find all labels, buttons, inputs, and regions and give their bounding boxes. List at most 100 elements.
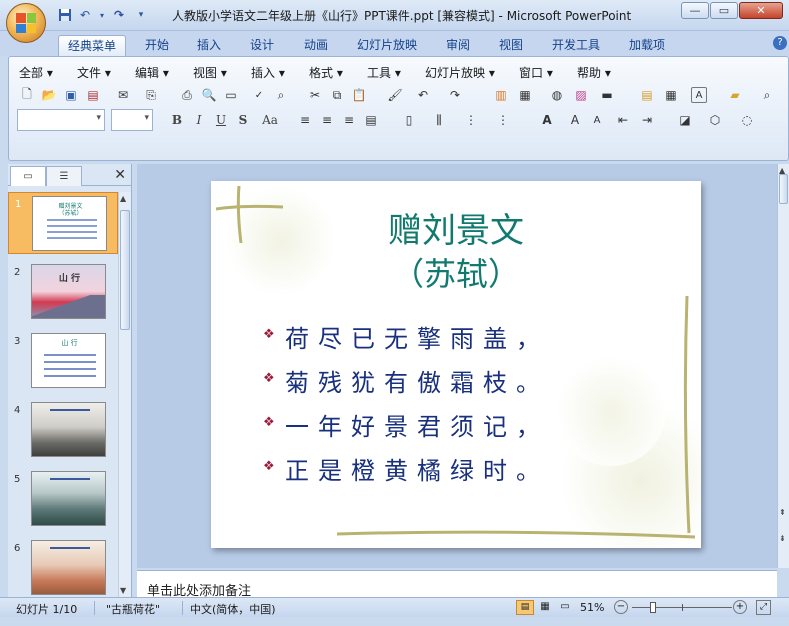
zoom-slider[interactable] bbox=[632, 602, 732, 613]
shape-effects-icon[interactable]: ◌ bbox=[737, 110, 757, 130]
tab-developer[interactable]: 开发工具 bbox=[546, 35, 606, 56]
undo-icon[interactable]: ↶ bbox=[76, 6, 94, 24]
notes-pane[interactable]: 单击此处添加备注 bbox=[137, 570, 777, 599]
format-painter-icon[interactable]: 🖌 bbox=[385, 85, 405, 105]
poem-line[interactable]: ❖ 荷尽已无擎雨盖， bbox=[263, 319, 549, 354]
office-button[interactable] bbox=[6, 3, 46, 43]
slide-thumbnail-2[interactable]: 2 山 行 bbox=[8, 261, 118, 323]
grow-font-icon[interactable]: A bbox=[565, 110, 585, 130]
tab-slides[interactable]: ▭ bbox=[10, 166, 46, 186]
poem-line[interactable]: ❖ 正是橙黄橘绿时。 bbox=[263, 451, 549, 486]
next-slide-icon[interactable]: ⇟ bbox=[779, 534, 786, 543]
theme-name[interactable]: "古瓶荷花" bbox=[106, 601, 160, 617]
undo-icon[interactable]: ↶ bbox=[413, 85, 433, 105]
decrease-indent-icon[interactable]: ⇤ bbox=[613, 110, 633, 130]
paste-icon[interactable]: 📋 bbox=[349, 85, 369, 105]
text-direction-icon[interactable]: ▯ bbox=[399, 110, 419, 130]
pdf-icon[interactable]: ⎘ bbox=[141, 85, 161, 105]
slide-thumbnail-3[interactable]: 3 山 行 bbox=[8, 330, 118, 392]
help-icon[interactable]: ? bbox=[773, 36, 787, 50]
menu-slideshow[interactable]: 幻灯片放映 ▾ bbox=[425, 64, 495, 81]
cut-icon[interactable]: ✂ bbox=[305, 85, 325, 105]
normal-view-icon[interactable]: ▤ bbox=[516, 600, 534, 615]
scrollbar-thumb[interactable] bbox=[120, 210, 130, 330]
menu-edit[interactable]: 编辑 ▾ bbox=[135, 64, 169, 81]
font-name-combo[interactable] bbox=[17, 109, 105, 131]
zoom-icon[interactable]: ⌕ bbox=[757, 85, 777, 105]
underline-button[interactable]: U bbox=[211, 110, 231, 130]
customize-qat-icon[interactable]: ▾ bbox=[132, 6, 150, 24]
slide-subtitle[interactable]: （苏轼） bbox=[211, 249, 701, 295]
font-size-combo[interactable] bbox=[111, 109, 153, 131]
shape-fill-icon[interactable]: ◪ bbox=[675, 110, 695, 130]
spelling-icon[interactable]: ✓ bbox=[249, 85, 269, 105]
tab-design[interactable]: 设计 bbox=[245, 35, 279, 56]
menu-window[interactable]: 窗口 ▾ bbox=[519, 64, 553, 81]
table-icon[interactable]: ▦ bbox=[515, 85, 535, 105]
menu-all[interactable]: 全部 ▾ bbox=[19, 64, 53, 81]
menu-format[interactable]: 格式 ▾ bbox=[309, 64, 343, 81]
menu-view[interactable]: 视图 ▾ bbox=[193, 64, 227, 81]
poem-line[interactable]: ❖ 一年好景君须记， bbox=[263, 407, 549, 442]
slide-title[interactable]: 赠刘景文 bbox=[211, 203, 701, 252]
tab-view[interactable]: 视图 bbox=[494, 35, 528, 56]
slideshow-view-icon[interactable]: ▭ bbox=[556, 600, 574, 615]
justify-icon[interactable]: ▤ bbox=[361, 110, 381, 130]
close-button[interactable]: ✕ bbox=[739, 2, 783, 19]
new-slide-icon[interactable]: ▤ bbox=[637, 85, 657, 105]
shadow-button[interactable]: S bbox=[233, 110, 253, 130]
undo-dropdown-icon[interactable]: ▾ bbox=[98, 6, 106, 24]
tab-animation[interactable]: 动画 bbox=[299, 35, 333, 56]
slide-thumbnail-1[interactable]: 1 赠刘景文 （苏轼） bbox=[8, 192, 118, 254]
poem-line[interactable]: ❖ 菊残犹有傲霜枝。 bbox=[263, 363, 549, 398]
zoom-slider-thumb[interactable] bbox=[650, 602, 656, 613]
font-color-icon[interactable]: A bbox=[537, 110, 557, 130]
open-icon[interactable]: 📂 bbox=[39, 85, 59, 105]
email-icon[interactable]: ✉ bbox=[113, 85, 133, 105]
italic-button[interactable]: I bbox=[189, 110, 209, 130]
copy-icon[interactable]: ⧉ bbox=[327, 85, 347, 105]
zoom-out-icon[interactable]: − bbox=[614, 600, 628, 614]
bullets-icon[interactable]: ⋮ bbox=[493, 110, 513, 130]
slide-thumbnail-5[interactable]: 5 bbox=[8, 468, 118, 530]
new-icon[interactable]: 🗋 bbox=[17, 85, 37, 105]
picture-icon[interactable]: ▨ bbox=[571, 85, 591, 105]
align-left-icon[interactable]: ≡ bbox=[295, 110, 315, 130]
clip-art-icon[interactable]: ◍ bbox=[547, 85, 567, 105]
tab-insert[interactable]: 插入 bbox=[192, 35, 226, 56]
tab-home[interactable]: 开始 bbox=[140, 35, 174, 56]
redo-icon[interactable]: ↷ bbox=[110, 6, 128, 24]
layout-icon[interactable]: ▦ bbox=[661, 85, 681, 105]
tab-review[interactable]: 审阅 bbox=[441, 35, 475, 56]
menu-file[interactable]: 文件 ▾ bbox=[77, 64, 111, 81]
slide-view-icon[interactable]: ▭ bbox=[221, 85, 241, 105]
minimize-button[interactable]: — bbox=[681, 2, 709, 19]
columns-icon[interactable]: ⫼ bbox=[429, 110, 449, 130]
open-folder-icon[interactable]: ▰ bbox=[725, 85, 745, 105]
numbering-icon[interactable]: ⋮ bbox=[461, 110, 481, 130]
maximize-button[interactable]: ▭ bbox=[710, 2, 738, 19]
fit-to-window-icon[interactable]: ⤢ bbox=[756, 600, 771, 615]
save-icon[interactable]: ▣ bbox=[61, 85, 81, 105]
thumbnails-scrollbar[interactable]: ▲ ▼ bbox=[118, 192, 131, 597]
change-case-button[interactable]: Aa bbox=[257, 110, 283, 130]
redo-icon[interactable]: ↷ bbox=[445, 85, 465, 105]
increase-indent-icon[interactable]: ⇥ bbox=[637, 110, 657, 130]
menu-tools[interactable]: 工具 ▾ bbox=[367, 64, 401, 81]
close-pane-icon[interactable]: ✕ bbox=[114, 167, 126, 183]
print-preview-icon[interactable]: 🔍 bbox=[199, 85, 219, 105]
editor-scrollbar[interactable]: ▲ ⇞ ⇟ bbox=[777, 164, 789, 568]
tab-outline[interactable]: ☰ bbox=[46, 166, 82, 186]
color-grayscale-icon[interactable]: ▬ bbox=[597, 85, 617, 105]
shape-outline-icon[interactable]: ⬡ bbox=[705, 110, 725, 130]
menu-insert[interactable]: 插入 ▾ bbox=[251, 64, 285, 81]
tab-addins[interactable]: 加载项 bbox=[624, 35, 670, 56]
slide-thumbnail-4[interactable]: 4 bbox=[8, 399, 118, 461]
print-icon[interactable]: ⎙ bbox=[177, 85, 197, 105]
zoom-in-icon[interactable]: + bbox=[733, 600, 747, 614]
research-icon[interactable]: ⌕ bbox=[271, 85, 291, 105]
scrollbar-thumb[interactable] bbox=[779, 174, 788, 204]
align-center-icon[interactable]: ≡ bbox=[317, 110, 337, 130]
shrink-font-icon[interactable]: A bbox=[587, 110, 607, 130]
textbox-icon[interactable]: A bbox=[691, 87, 707, 103]
